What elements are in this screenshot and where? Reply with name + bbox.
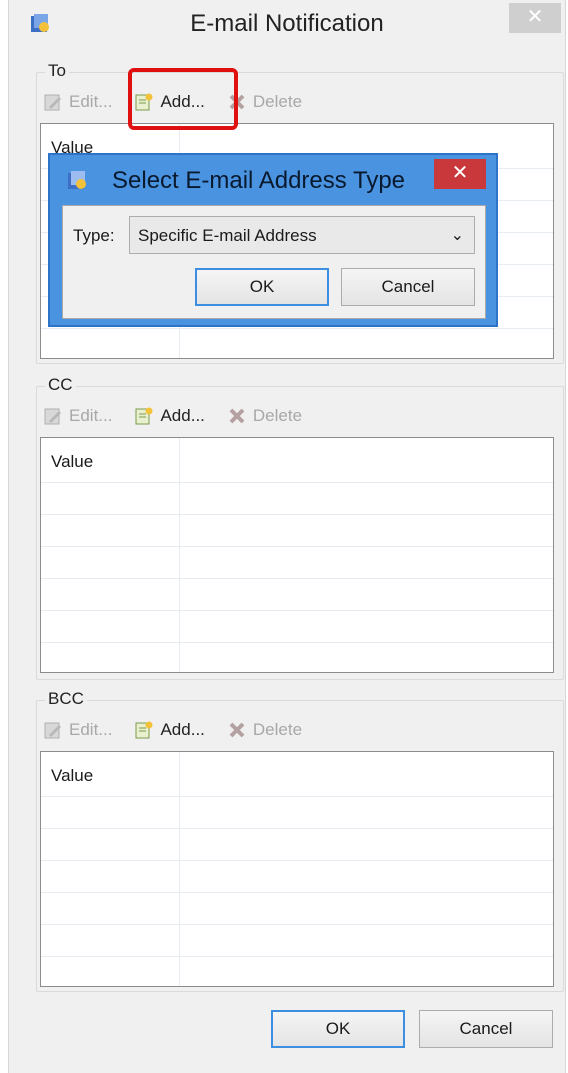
ok-button[interactable]: OK bbox=[271, 1010, 405, 1048]
cc-toolbar: Edit... Add... Delete bbox=[43, 401, 324, 431]
row-line bbox=[41, 546, 553, 547]
select-email-type-dialog: Select E-mail Address Type ✕ Type: Speci… bbox=[48, 153, 498, 327]
cc-delete-button[interactable]: Delete bbox=[227, 406, 302, 426]
dialog-ok-button[interactable]: OK bbox=[195, 268, 329, 306]
row-line bbox=[41, 514, 553, 515]
row-line bbox=[41, 796, 553, 797]
row-line bbox=[41, 956, 553, 957]
edit-icon bbox=[44, 722, 61, 739]
title-bar: E-mail Notification ✕ bbox=[9, 0, 565, 48]
row-line bbox=[41, 328, 553, 329]
bcc-edit-label: Edit... bbox=[69, 720, 113, 739]
add-button-highlight bbox=[128, 68, 238, 130]
row-line bbox=[41, 924, 553, 925]
column-divider bbox=[179, 438, 180, 672]
type-label: Type: bbox=[73, 226, 115, 245]
add-icon bbox=[135, 721, 153, 739]
row-line bbox=[41, 828, 553, 829]
type-select-value: Specific E-mail Address bbox=[138, 226, 317, 245]
bcc-add-label: Add... bbox=[160, 720, 205, 739]
edit-icon bbox=[44, 408, 61, 425]
dialog-title: Select E-mail Address Type bbox=[112, 167, 406, 194]
cc-edit-label: Edit... bbox=[69, 406, 113, 425]
to-edit-button[interactable]: Edit... bbox=[43, 92, 112, 112]
type-select[interactable]: Specific E-mail Address ⌄ bbox=[129, 216, 475, 254]
column-divider bbox=[179, 752, 180, 986]
to-edit-label: Edit... bbox=[69, 92, 113, 111]
cc-group-label: CC bbox=[45, 375, 76, 395]
bcc-group-label: BCC bbox=[45, 689, 87, 709]
bcc-column-header: Value bbox=[51, 766, 94, 785]
row-line bbox=[41, 860, 553, 861]
window-close-button[interactable]: ✕ bbox=[509, 3, 561, 33]
bcc-add-button[interactable]: Add... bbox=[134, 720, 205, 740]
dialog-body: Type: Specific E-mail Address ⌄ OK Cance… bbox=[62, 205, 486, 319]
dialog-cancel-button[interactable]: Cancel bbox=[341, 268, 475, 306]
row-line bbox=[41, 642, 553, 643]
cc-table[interactable]: Value bbox=[40, 437, 554, 673]
window-title: E-mail Notification bbox=[190, 10, 384, 37]
cancel-button[interactable]: Cancel bbox=[419, 1010, 553, 1048]
row-line bbox=[41, 610, 553, 611]
to-delete-label: Delete bbox=[252, 92, 303, 111]
bcc-toolbar: Edit... Add... Delete bbox=[43, 715, 324, 745]
row-line bbox=[41, 892, 553, 893]
chevron-down-icon: ⌄ bbox=[450, 227, 464, 244]
cc-column-header: Value bbox=[51, 452, 94, 471]
cc-add-button[interactable]: Add... bbox=[134, 406, 205, 426]
cc-group: CC Edit... Add... Delete Value bbox=[36, 375, 564, 680]
bcc-group: BCC Edit... Add... Delete Value bbox=[36, 689, 564, 992]
bcc-delete-button[interactable]: Delete bbox=[227, 720, 302, 740]
delete-icon bbox=[229, 722, 245, 738]
bcc-edit-button[interactable]: Edit... bbox=[43, 720, 112, 740]
edit-icon bbox=[44, 94, 61, 111]
to-group-label: To bbox=[45, 61, 69, 81]
add-icon bbox=[135, 407, 153, 425]
row-line bbox=[41, 578, 553, 579]
to-delete-button[interactable]: Delete bbox=[227, 92, 302, 112]
bcc-delete-label: Delete bbox=[252, 720, 303, 739]
cc-edit-button[interactable]: Edit... bbox=[43, 406, 112, 426]
dialog-close-button[interactable]: ✕ bbox=[434, 159, 486, 189]
bcc-table[interactable]: Value bbox=[40, 751, 554, 987]
delete-icon bbox=[229, 408, 245, 424]
cc-delete-label: Delete bbox=[252, 406, 303, 425]
row-line bbox=[41, 482, 553, 483]
dialog-app-icon bbox=[68, 171, 86, 189]
cc-add-label: Add... bbox=[160, 406, 205, 425]
